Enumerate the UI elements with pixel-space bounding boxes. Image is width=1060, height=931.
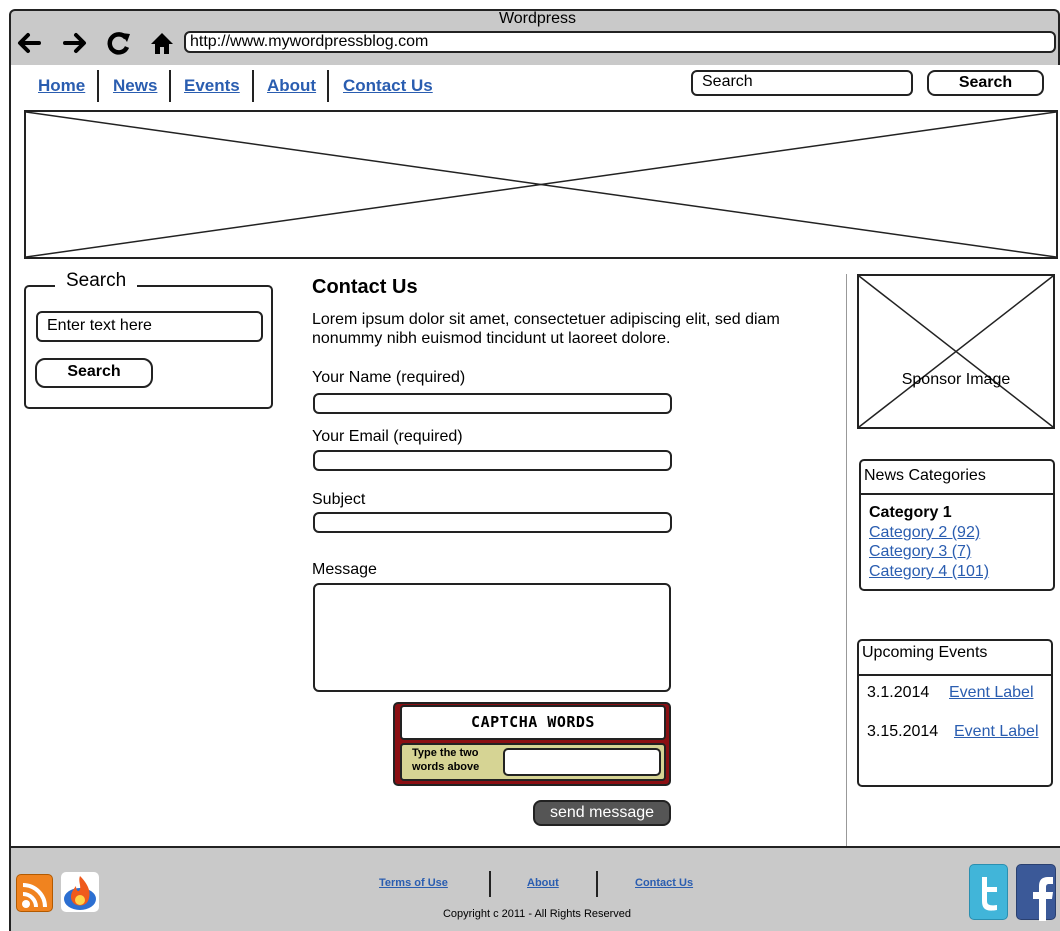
column-divider: [846, 274, 847, 848]
nav-divider: [169, 70, 171, 102]
twitter-icon[interactable]: [969, 864, 1008, 920]
name-label: Your Name (required): [312, 369, 466, 386]
category-link[interactable]: Category 4 (101): [869, 563, 989, 581]
header-image-placeholder: [24, 110, 1058, 259]
window-title: Wordpress: [498, 10, 577, 27]
nav-divider: [252, 70, 254, 102]
address-bar[interactable]: http://www.mywordpressblog.com: [184, 31, 1056, 53]
footer-divider: [489, 871, 491, 897]
nav-about[interactable]: About: [267, 76, 316, 96]
email-label: Your Email (required): [312, 428, 463, 445]
rss-icon[interactable]: [16, 874, 53, 912]
nav-contact-us[interactable]: Contact Us: [343, 76, 433, 96]
nav-events[interactable]: Events: [184, 76, 240, 96]
news-categories-title: News Categories: [861, 461, 1053, 495]
footer-terms-link[interactable]: Terms of Use: [379, 877, 448, 889]
category-active: Category 1: [869, 504, 952, 521]
captcha-hint: Type the two words above: [412, 747, 480, 773]
feedburner-icon[interactable]: [61, 872, 99, 912]
message-label: Message: [312, 561, 377, 578]
nav-news[interactable]: News: [113, 76, 157, 96]
home-icon[interactable]: [147, 28, 177, 58]
facebook-icon[interactable]: [1016, 864, 1056, 921]
captcha-input[interactable]: [503, 748, 661, 776]
reload-icon[interactable]: [104, 28, 134, 58]
name-field[interactable]: [313, 393, 672, 414]
nav-home[interactable]: Home: [38, 76, 85, 96]
event-date: 3.15.2014: [867, 723, 939, 740]
upcoming-events-title: Upcoming Events: [859, 641, 1051, 676]
captcha-words: CAPTCHA WORDS: [400, 705, 666, 740]
subject-label: Subject: [312, 491, 366, 508]
page-title: Contact Us: [312, 276, 418, 298]
send-message-button[interactable]: send message: [533, 800, 671, 826]
event-link[interactable]: Event Label: [949, 684, 1034, 702]
intro-text: Lorem ipsum dolor sit amet, consectetuer…: [312, 311, 780, 347]
category-link[interactable]: Category 2 (92): [869, 524, 980, 542]
header-search-button[interactable]: Search: [927, 70, 1044, 96]
header-search-input[interactable]: Search: [691, 70, 913, 96]
category-link[interactable]: Category 3 (7): [869, 543, 971, 561]
back-arrow-icon[interactable]: [14, 28, 44, 58]
email-field[interactable]: [313, 450, 672, 471]
sidebar-search-box: [24, 285, 273, 409]
footer-divider: [596, 871, 598, 897]
event-link[interactable]: Event Label: [954, 723, 1039, 741]
sidebar-search-legend: Search: [55, 270, 138, 292]
nav-divider: [97, 70, 99, 102]
sponsor-image-placeholder[interactable]: [857, 274, 1055, 429]
message-textarea[interactable]: [313, 583, 671, 692]
sidebar-search-input[interactable]: Enter text here: [36, 311, 263, 342]
footer-about-link[interactable]: About: [527, 877, 559, 889]
nav-divider: [327, 70, 329, 102]
subject-field[interactable]: [313, 512, 672, 533]
forward-arrow-icon[interactable]: [60, 28, 90, 58]
footer-contact-link[interactable]: Contact Us: [635, 877, 693, 889]
sponsor-image-label: Sponsor Image: [901, 371, 1011, 388]
copyright-text: Copyright c 2011 - All Rights Reserved: [442, 908, 632, 920]
sidebar-search-button[interactable]: Search: [35, 358, 153, 388]
event-date: 3.1.2014: [867, 684, 930, 701]
